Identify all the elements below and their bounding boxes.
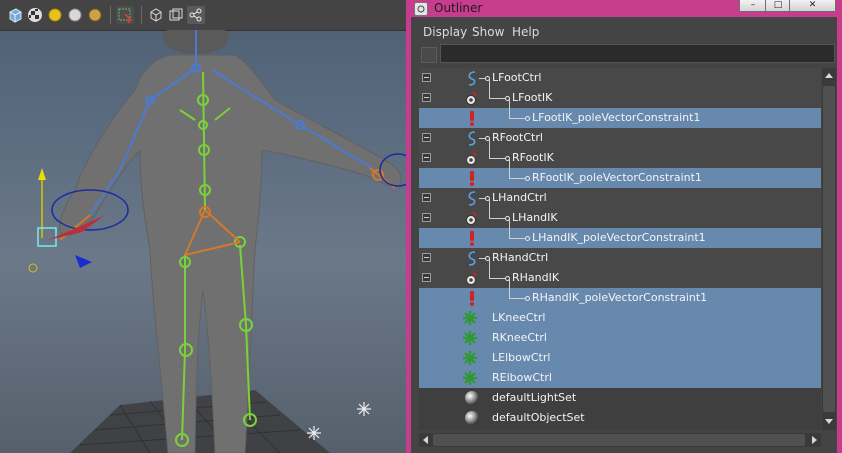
scroll-down-icon[interactable] xyxy=(825,419,833,424)
item-label: LFootIK xyxy=(512,91,553,104)
constraint-icon xyxy=(470,291,474,306)
list-item[interactable]: RHandCtrl xyxy=(419,248,821,268)
locator-icon xyxy=(463,351,477,365)
set-icon xyxy=(465,411,479,425)
list-item[interactable]: RElbowCtrl xyxy=(419,368,821,388)
maya-app-icon xyxy=(414,1,428,16)
ik-handle-icon xyxy=(466,91,477,105)
viewport-toolbar xyxy=(0,0,406,31)
collapse-toggle[interactable] xyxy=(422,133,431,142)
collapse-toggle[interactable] xyxy=(422,73,431,82)
list-item[interactable]: LFootCtrl xyxy=(419,68,821,88)
list-item[interactable]: RKneeCtrl xyxy=(419,328,821,348)
list-item[interactable]: RHandIK xyxy=(419,258,821,288)
constraint-icon xyxy=(470,111,474,126)
window-title: Outliner xyxy=(434,1,483,15)
filter-options-icon[interactable] xyxy=(421,47,437,63)
item-label: RKneeCtrl xyxy=(492,331,547,344)
outliner-filter-field[interactable] xyxy=(440,44,835,63)
list-item[interactable]: defaultObjectSet xyxy=(419,408,821,428)
shadow-icon[interactable] xyxy=(86,6,104,24)
list-item[interactable]: LFootIK_poleVectorConstraint1 xyxy=(419,98,821,128)
list-item[interactable]: LElbowCtrl xyxy=(419,348,821,368)
list-item[interactable]: LFootIK xyxy=(419,78,821,108)
item-label: LHandCtrl xyxy=(492,191,547,204)
vertical-scrollbar[interactable] xyxy=(822,68,836,430)
item-label: RHandIK xyxy=(512,271,560,284)
item-label: defaultObjectSet xyxy=(492,411,585,424)
close-icon: ✕ xyxy=(808,0,817,10)
all-lights-icon[interactable] xyxy=(66,6,84,24)
menu-show[interactable]: Show xyxy=(472,21,504,43)
scroll-right-icon[interactable] xyxy=(812,436,817,444)
ik-handle-icon xyxy=(466,151,477,165)
outliner-title-bar[interactable]: Outliner – □ ✕ xyxy=(406,0,842,17)
menu-help[interactable]: Help xyxy=(512,21,539,43)
list-item[interactable]: LHandCtrl xyxy=(419,188,821,208)
list-item[interactable]: RHandIK_poleVectorConstraint1 xyxy=(419,278,821,308)
item-label: LHandIK xyxy=(512,211,558,224)
maximize-button[interactable]: □ xyxy=(765,0,791,12)
scrollbar-thumb[interactable] xyxy=(433,434,805,446)
minimize-icon: – xyxy=(750,0,756,10)
constraint-icon xyxy=(470,231,474,246)
collapse-toggle[interactable] xyxy=(422,273,431,282)
list-item[interactable]: RFootIK xyxy=(419,138,821,168)
item-label: defaultLightSet xyxy=(492,391,577,404)
list-item[interactable]: RFootIK_poleVectorConstraint1 xyxy=(419,158,821,188)
scroll-left-icon[interactable] xyxy=(423,436,428,444)
checker-texture-icon[interactable] xyxy=(26,6,44,24)
select-camera-icon[interactable] xyxy=(116,6,134,24)
scroll-up-icon[interactable] xyxy=(825,73,833,78)
maximize-icon: □ xyxy=(773,0,783,10)
locator-icon xyxy=(463,371,477,385)
item-label: RElbowCtrl xyxy=(492,371,552,384)
close-button[interactable]: ✕ xyxy=(789,0,836,12)
list-item[interactable]: RFootCtrl xyxy=(419,128,821,148)
item-label: RFootCtrl xyxy=(492,131,543,144)
list-item[interactable]: LKneeCtrl xyxy=(419,308,821,328)
item-label: LHandIK_poleVectorConstraint1 xyxy=(532,231,706,244)
set-icon xyxy=(465,391,479,405)
item-label: RFootIK_poleVectorConstraint1 xyxy=(532,171,702,184)
item-label: RHandCtrl xyxy=(492,251,549,264)
isolate-select-icon[interactable] xyxy=(147,6,165,24)
xray-icon[interactable] xyxy=(167,6,185,24)
item-label: LKneeCtrl xyxy=(492,311,546,324)
collapse-toggle[interactable] xyxy=(422,253,431,262)
item-label: RFootIK xyxy=(512,151,554,164)
item-label: RHandIK_poleVectorConstraint1 xyxy=(532,291,708,304)
viewport-scene[interactable] xyxy=(0,30,406,453)
ik-handle-icon xyxy=(466,271,477,285)
locator-icon xyxy=(463,311,477,325)
collapse-toggle[interactable] xyxy=(422,93,431,102)
minimize-button[interactable]: – xyxy=(739,0,767,12)
outliner-menu-bar: Display Show Help xyxy=(411,21,837,43)
ik-handle-icon xyxy=(466,211,477,225)
list-item[interactable]: LHandIK xyxy=(419,198,821,228)
3d-viewport[interactable] xyxy=(0,0,406,453)
xray-joints-icon[interactable] xyxy=(187,6,205,24)
pole-vector-locators[interactable] xyxy=(307,402,371,440)
locator-icon xyxy=(463,331,477,345)
menu-display[interactable]: Display xyxy=(423,21,467,43)
horizontal-scrollbar[interactable] xyxy=(419,433,821,447)
outliner-window: Outliner – □ ✕ Display Show Help LFootCt… xyxy=(406,0,842,453)
default-light-icon[interactable] xyxy=(46,6,64,24)
item-label: LFootIK_poleVectorConstraint1 xyxy=(532,111,701,124)
scrollbar-thumb[interactable] xyxy=(823,86,835,412)
collapse-toggle[interactable] xyxy=(422,153,431,162)
item-label: LFootCtrl xyxy=(492,71,542,84)
list-item[interactable]: LHandIK_poleVectorConstraint1 xyxy=(419,218,821,248)
constraint-icon xyxy=(470,171,474,186)
character-mesh[interactable] xyxy=(59,30,402,453)
list-item[interactable]: defaultLightSet xyxy=(419,388,821,408)
outliner-panel: Display Show Help LFootCtrl LFootIK LFoo… xyxy=(411,17,837,453)
ground-grid xyxy=(70,390,330,453)
outliner-tree[interactable]: LFootCtrl LFootIK LFootIK_poleVectorCons… xyxy=(419,68,821,430)
item-label: LElbowCtrl xyxy=(492,351,551,364)
collapse-toggle[interactable] xyxy=(422,213,431,222)
wireframe-cube-icon[interactable] xyxy=(6,6,24,24)
collapse-toggle[interactable] xyxy=(422,193,431,202)
